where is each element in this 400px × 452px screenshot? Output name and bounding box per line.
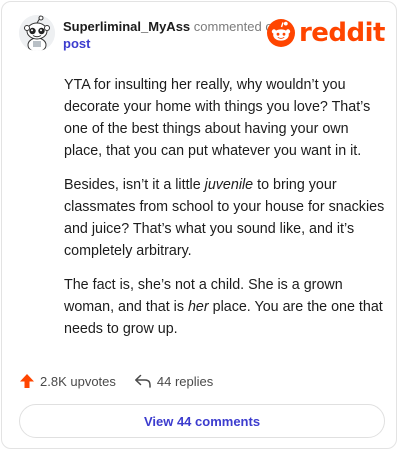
reddit-wordmark: reddit <box>298 18 386 48</box>
replies-button[interactable]: 44 replies <box>134 373 213 389</box>
upvote-button[interactable]: 2.8K upvotes <box>19 373 116 389</box>
comment-text: Besides, isn’t it a little <box>64 177 205 193</box>
username[interactable]: Superliminal_MyAss <box>63 19 190 34</box>
comment-header: Superliminal_MyAss commented on post red… <box>19 15 386 55</box>
comment-text: YTA for insulting her really, why wouldn… <box>64 77 371 159</box>
reply-arrow-icon <box>134 374 151 388</box>
comment-actions: 2.8K upvotes 44 replies <box>19 370 231 392</box>
reddit-logo[interactable]: reddit <box>266 18 386 48</box>
comment-card: Superliminal_MyAss commented on post red… <box>1 1 397 449</box>
snoo-avatar-icon <box>19 15 55 51</box>
comment-italic-text: juvenile <box>204 177 254 193</box>
comment-italic-text: her <box>187 299 209 315</box>
view-comments-button[interactable]: View 44 comments <box>19 404 385 438</box>
comment-paragraph: YTA for insulting her really, why wouldn… <box>64 74 386 162</box>
comment-paragraph: Besides, isn’t it a little juvenile to b… <box>64 174 386 262</box>
comment-meta: Superliminal_MyAss commented on post <box>63 18 283 52</box>
avatar[interactable] <box>19 15 55 51</box>
comment-body: YTA for insulting her really, why wouldn… <box>64 74 386 352</box>
replies-count: 44 replies <box>156 373 214 389</box>
post-link[interactable]: post <box>63 35 283 52</box>
upvote-count: 2.8K upvotes <box>40 373 116 389</box>
reddit-logo-icon <box>266 19 295 47</box>
upvote-arrow-icon <box>20 374 34 388</box>
comment-paragraph: The fact is, she’s not a child. She is a… <box>64 274 386 340</box>
